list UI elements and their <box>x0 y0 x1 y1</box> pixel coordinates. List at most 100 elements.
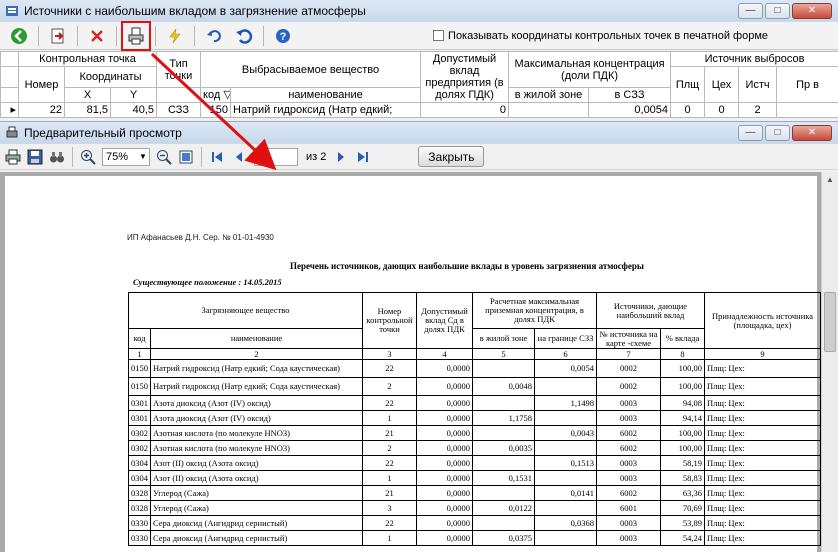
cell-ceh[interactable]: 0 <box>704 102 740 118</box>
cell-number[interactable]: 22 <box>18 102 65 118</box>
back-arrow-icon <box>11 27 27 44</box>
prev-page-button[interactable] <box>229 147 249 167</box>
col-sz[interactable]: в СЗЗ <box>588 87 672 103</box>
col-name[interactable]: наименование <box>230 87 422 103</box>
checkbox-box[interactable] <box>433 30 445 41</box>
show-coords-checkbox[interactable]: Показывать координаты контрольных точек … <box>433 30 768 42</box>
col-number-cell: 6 <box>533 348 598 360</box>
hdr-sz-border: на границе СЗЗ <box>533 328 598 349</box>
row-name: Азотная кислота (по молекуле HNO3) <box>150 440 363 456</box>
preview-titlebar[interactable]: Предварительный просмотр — □ ✕ <box>0 122 838 144</box>
col-ceh[interactable]: Цех <box>704 66 740 103</box>
document-viewport[interactable]: ИП Афанасьев Д.Н. Сер. № 01-01-4930 Пере… <box>0 172 838 552</box>
last-page-button[interactable] <box>353 147 373 167</box>
close-window-button[interactable]: ✕ <box>792 2 832 19</box>
row-ownership: Плщ: Цех: <box>704 485 822 501</box>
zoom-out-button[interactable] <box>154 147 174 167</box>
col-point-type[interactable]: Тип точки <box>156 51 202 88</box>
cell-x[interactable]: 81,5 <box>64 102 111 118</box>
col-residential[interactable]: в жилой зоне <box>508 87 590 103</box>
calculate-button[interactable] <box>163 24 187 48</box>
close-preview-button[interactable]: Закрыть <box>418 146 485 167</box>
delete-button[interactable] <box>85 24 109 48</box>
preview-close-window-button[interactable]: ✕ <box>792 124 832 141</box>
cell-pr[interactable] <box>776 102 838 118</box>
row-name: Натрий гидроксид (Натр едкий; Сода кауст… <box>150 377 363 396</box>
cell-pl[interactable]: 0 <box>670 102 706 118</box>
first-page-button[interactable] <box>207 147 227 167</box>
col-y[interactable]: Y <box>109 87 158 103</box>
row-pct: 54,24 <box>660 530 706 546</box>
col-x[interactable]: X <box>64 87 111 103</box>
row-cp: 2 <box>362 377 417 396</box>
preview-maximize-button[interactable]: □ <box>765 124 790 141</box>
col-number[interactable]: Номер <box>18 66 65 103</box>
row-residential <box>472 359 535 378</box>
cell-code[interactable]: 150 <box>200 102 232 118</box>
cell-sz[interactable]: 0,0054 <box>588 102 672 118</box>
col-pl[interactable]: Плщ <box>670 66 706 103</box>
cell-ist[interactable]: 2 <box>738 102 778 118</box>
row-name: Азотная кислота (по молекуле HNO3) <box>150 425 363 441</box>
scroll-thumb[interactable] <box>824 292 836 352</box>
chevron-down-icon: ▼ <box>139 152 147 161</box>
row-name: Сера диоксид (Ангидрид сернистый) <box>150 530 363 546</box>
zoom-select[interactable]: 75% ▼ <box>102 147 150 166</box>
lightning-icon <box>169 28 181 43</box>
row-cp: 22 <box>362 515 417 531</box>
preview-toolbar: 75% ▼ 1 из 2 Закрыть <box>0 144 838 170</box>
table-row: 0150 Натрий гидроксид (Натр едкий; Сода к… <box>128 377 822 396</box>
redo-button[interactable] <box>232 24 256 48</box>
row-pct: 100,00 <box>660 359 706 378</box>
col-ist[interactable]: Истч <box>738 66 778 103</box>
grid-corner <box>0 66 19 88</box>
hdr-cp-number: Номер контрольной точки <box>362 292 417 349</box>
back-button[interactable] <box>7 24 31 48</box>
cell-type[interactable]: СЗЗ <box>156 102 202 118</box>
cell-y[interactable]: 40,5 <box>109 102 158 118</box>
row-allowed: 0,0000 <box>416 359 473 378</box>
document-page: ИП Афанасьев Д.Н. Сер. № 01-01-4930 Пере… <box>5 176 822 552</box>
save-button[interactable] <box>25 147 45 167</box>
col-code[interactable]: код ▽ <box>200 87 232 103</box>
hdr-sources: Источники, дающие наибольший вклад <box>596 292 706 329</box>
row-residential <box>472 425 535 441</box>
find-button[interactable] <box>47 147 67 167</box>
row-source: 6002 <box>596 425 662 441</box>
table-row[interactable]: ▸ 22 81,5 40,5 СЗЗ 150 Натрий гидроксид … <box>0 102 838 118</box>
row-pct: 94,08 <box>660 395 706 411</box>
row-allowed: 0,0000 <box>416 395 473 411</box>
row-residential: 0,0122 <box>472 500 535 516</box>
cell-residential[interactable] <box>508 102 590 118</box>
minimize-button[interactable]: — <box>738 2 763 19</box>
fit-page-button[interactable] <box>176 147 196 167</box>
row-source: 6001 <box>596 500 662 516</box>
print-preview-button[interactable] <box>3 147 23 167</box>
next-page-button[interactable] <box>331 147 351 167</box>
cell-allowed[interactable]: 0 <box>420 102 510 118</box>
preview-minimize-button[interactable]: — <box>738 124 763 141</box>
zoom-in-button[interactable] <box>78 147 98 167</box>
main-window-titlebar[interactable]: Источники с наибольшим вкладом в загрязн… <box>0 0 838 22</box>
row-allowed: 0,0000 <box>416 530 473 546</box>
grid-corner <box>0 87 19 103</box>
row-ownership: Плщ: Цех: <box>704 425 822 441</box>
undo-button[interactable] <box>202 24 226 48</box>
help-button[interactable]: ? <box>271 24 295 48</box>
hdr-pct: % вклада <box>660 328 706 349</box>
cell-name[interactable]: Натрий гидроксид (Натр едкий; <box>230 102 422 118</box>
maximize-button[interactable]: □ <box>765 2 790 19</box>
row-code: 0302 <box>128 425 151 441</box>
row-cp: 22 <box>362 395 417 411</box>
col-pr[interactable]: Пр в <box>776 66 838 103</box>
refresh-icon <box>236 28 253 44</box>
print-button[interactable] <box>121 20 151 51</box>
row-code: 0328 <box>128 485 151 501</box>
col-allowed[interactable]: Допустимый вклад предприятия (в долях ПД… <box>420 51 510 103</box>
hdr-allowed: Допустимый вклад Сд в долях ПДК <box>416 292 473 349</box>
row-name: Сера диоксид (Ангидрид сернистый) <box>150 515 363 531</box>
scroll-up-icon[interactable]: ▲ <box>822 172 838 188</box>
page-number-input[interactable]: 1 <box>254 147 298 166</box>
vertical-scrollbar[interactable]: ▲ <box>821 172 838 552</box>
export-button[interactable] <box>46 24 70 48</box>
